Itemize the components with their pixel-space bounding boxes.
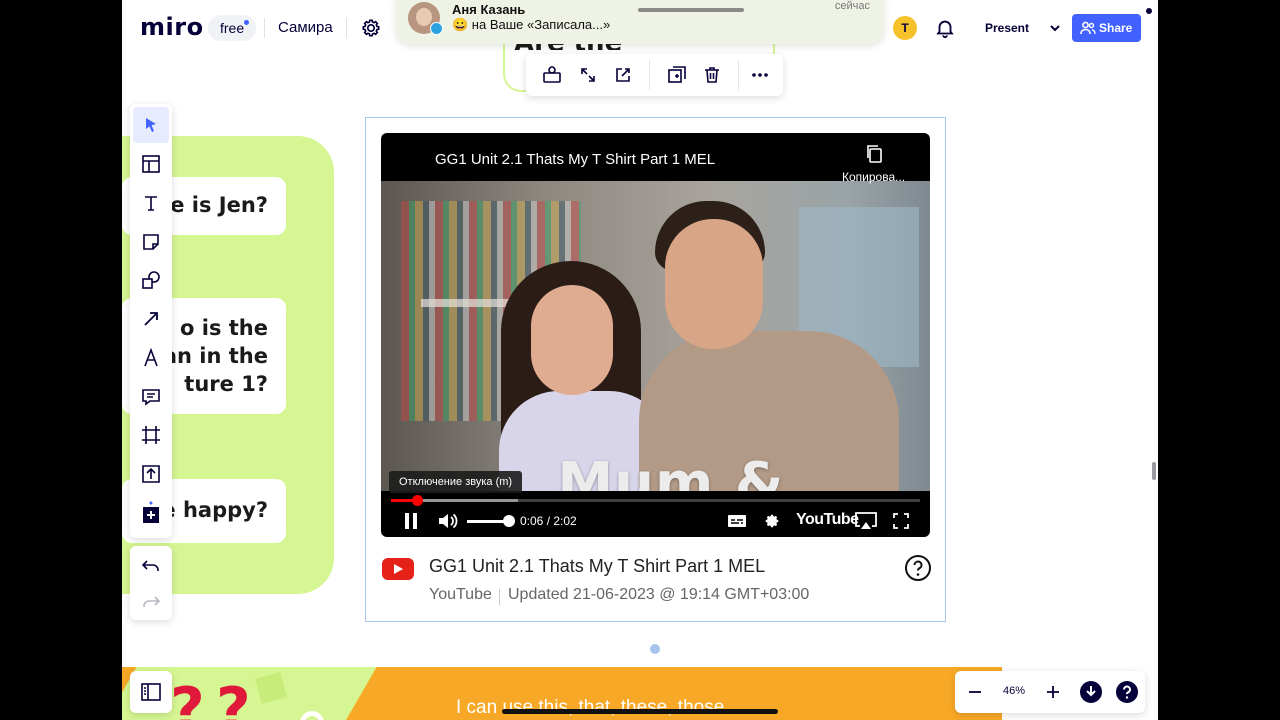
- divider: [649, 60, 650, 90]
- divider: [499, 589, 500, 605]
- youtube-icon: [382, 558, 414, 580]
- comment-icon[interactable]: [133, 379, 169, 415]
- arrow-icon[interactable]: [133, 301, 169, 337]
- settings-gear-icon[interactable]: [761, 509, 783, 533]
- open-external-icon[interactable]: [611, 63, 635, 87]
- notification-sender: Аня Казань: [452, 2, 526, 17]
- board-name[interactable]: Самира: [278, 19, 333, 36]
- help-icon[interactable]: [904, 554, 932, 582]
- question-mark-2: ?: [216, 675, 251, 720]
- video-player[interactable]: Mum & Dad GG1 Unit 2.1 Thats My T Shirt …: [381, 133, 930, 537]
- home-indicator[interactable]: [502, 709, 778, 714]
- upload-icon[interactable]: [133, 456, 169, 492]
- miro-logo[interactable]: miro: [140, 13, 204, 41]
- embed-updated: Updated 21-06-2023 @ 19:14 GMT+03:00: [508, 586, 810, 603]
- banner-text: I can use this, that, these, those: [456, 697, 725, 718]
- zoom-bar: 46%: [955, 671, 1145, 713]
- delete-icon[interactable]: [700, 63, 724, 87]
- sidebar-panel-icon[interactable]: [130, 671, 172, 713]
- divider: [346, 18, 347, 38]
- frame-icon[interactable]: [133, 417, 169, 453]
- templates-icon[interactable]: [133, 146, 169, 182]
- volume-icon[interactable]: [437, 509, 459, 533]
- zoom-out-icon[interactable]: [963, 680, 987, 704]
- zoom-in-icon[interactable]: [1041, 680, 1065, 704]
- notification-message: 😀 на Ваше «Записала...»: [452, 17, 611, 32]
- video-title[interactable]: GG1 Unit 2.1 Thats My T Shirt Part 1 MEL: [435, 151, 715, 168]
- telegram-notification[interactable]: Аня Казань 😀 на Ваше «Записала...» сейча…: [396, 0, 884, 44]
- sticky-note-icon[interactable]: [133, 224, 169, 260]
- scrollbar[interactable]: [1152, 462, 1156, 480]
- youtube-logo[interactable]: YouTube: [796, 511, 859, 529]
- duplicate-icon[interactable]: [665, 63, 689, 87]
- divider: [738, 60, 739, 90]
- video-frame[interactable]: Mum & Dad: [381, 181, 930, 491]
- history-toolbar: [130, 546, 172, 620]
- user-avatar[interactable]: T: [893, 16, 917, 40]
- embed-source: YouTube: [429, 586, 492, 603]
- fullscreen-icon[interactable]: [576, 63, 600, 87]
- reactions-icon[interactable]: [1079, 680, 1103, 704]
- copy-link-label[interactable]: Копирова...: [842, 170, 905, 184]
- airplay-icon[interactable]: [854, 509, 878, 533]
- woman-figure-face: [531, 285, 613, 395]
- miro-board[interactable]: W re is Jen? o is the w an in the ture 1…: [122, 0, 1158, 720]
- player-controls: 0:06 / 2:02 YouTube: [381, 505, 930, 537]
- subtitles-icon[interactable]: [726, 509, 748, 533]
- undo-icon[interactable]: [133, 548, 169, 584]
- more-icon[interactable]: [748, 63, 772, 87]
- gear-icon[interactable]: [360, 17, 382, 39]
- progress-bar[interactable]: [391, 495, 920, 506]
- mute-tooltip: Отключение звука (m): [389, 471, 523, 493]
- pen-icon[interactable]: [133, 340, 169, 376]
- share-button[interactable]: Share: [1072, 14, 1141, 42]
- pause-icon[interactable]: [401, 509, 421, 533]
- bell-icon[interactable]: [934, 17, 956, 39]
- zoom-level[interactable]: 46%: [1003, 685, 1025, 697]
- redo-icon[interactable]: [133, 584, 169, 620]
- notification-grabber[interactable]: [638, 8, 744, 12]
- shapes-icon[interactable]: [133, 262, 169, 298]
- more-tools-icon[interactable]: [133, 495, 169, 531]
- youtube-embed-card[interactable]: Mum & Dad GG1 Unit 2.1 Thats My T Shirt …: [365, 117, 946, 622]
- plan-dot-icon: [244, 20, 250, 25]
- share-label: Share: [1099, 21, 1133, 35]
- text-icon[interactable]: [133, 185, 169, 221]
- question-mark-1: ?: [170, 675, 205, 720]
- users-icon: [1080, 21, 1096, 35]
- time-display: 0:06 / 2:02: [520, 514, 577, 528]
- replace-icon[interactable]: [540, 63, 564, 87]
- embed-title[interactable]: GG1 Unit 2.1 Thats My T Shirt Part 1 MEL: [429, 556, 765, 577]
- video-overlay-text: Mum & Dad: [557, 451, 785, 491]
- context-toolbar: [526, 54, 783, 96]
- present-button[interactable]: Present: [972, 13, 1042, 43]
- chevron-down-icon[interactable]: [1043, 13, 1067, 43]
- plan-badge[interactable]: free: [208, 15, 257, 41]
- status-dot-icon: [1146, 8, 1152, 14]
- help-circle-icon[interactable]: [1115, 680, 1139, 704]
- man-figure-face: [665, 219, 763, 349]
- telegram-icon: [430, 22, 443, 35]
- divider: [264, 18, 265, 38]
- copy-link-icon[interactable]: [865, 144, 885, 164]
- volume-handle[interactable]: [503, 515, 515, 527]
- creation-toolbar: [130, 104, 172, 538]
- select-cursor-icon[interactable]: [133, 107, 169, 143]
- notification-time: сейчас: [834, 0, 870, 12]
- connection-dot[interactable]: [650, 644, 660, 654]
- plan-label: free: [220, 20, 245, 36]
- fullscreen-video-icon[interactable]: [890, 509, 912, 533]
